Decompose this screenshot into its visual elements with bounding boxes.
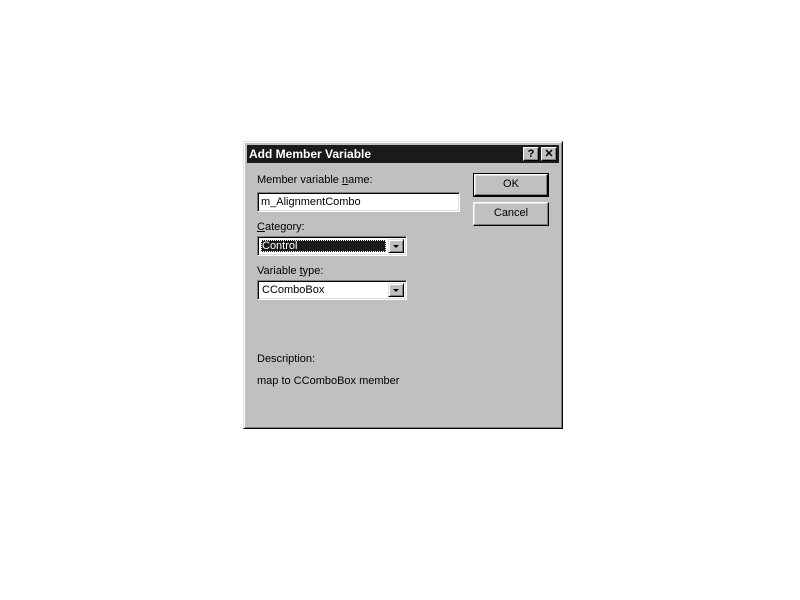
close-button[interactable]: ✕ (541, 147, 557, 161)
ok-button-label: OK (503, 178, 519, 190)
variable-type-selected-value: CComboBox (262, 284, 325, 296)
name-label-text-2: ame: (348, 174, 373, 186)
category-combo[interactable]: Control (257, 236, 407, 256)
chevron-down-icon (393, 289, 399, 292)
ok-button[interactable]: OK (473, 173, 549, 197)
member-variable-name-label: Member variable name: (257, 174, 373, 186)
category-label-accel: C (257, 221, 265, 233)
variable-type-combo[interactable]: CComboBox (257, 280, 407, 300)
description-label: Description: (257, 353, 316, 365)
member-variable-name-value: m_AlignmentCombo (261, 196, 361, 208)
help-button[interactable]: ? (523, 147, 539, 161)
help-icon: ? (527, 148, 535, 160)
type-label-text-2: ype: (302, 265, 324, 277)
variable-type-label: Variable type: (257, 265, 323, 277)
name-label-text-1: Member variable (257, 174, 342, 186)
cancel-button-label: Cancel (493, 207, 529, 219)
category-label-text: ategory: (264, 221, 305, 233)
member-variable-name-input[interactable]: m_AlignmentCombo (257, 192, 460, 212)
variable-type-dropdown-button[interactable] (388, 283, 404, 297)
title-bar[interactable]: Add Member Variable ? ✕ (247, 145, 559, 163)
dialog-title: Add Member Variable (249, 147, 372, 161)
category-label: Category: (257, 221, 305, 233)
cancel-button[interactable]: Cancel (473, 202, 549, 226)
close-icon: ✕ (544, 148, 554, 160)
category-selected-value: Control (261, 240, 386, 252)
chevron-down-icon (393, 245, 399, 248)
category-dropdown-button[interactable] (388, 239, 404, 253)
type-label-text-1: Variable (257, 265, 300, 277)
description-text: map to CComboBox member (257, 375, 400, 387)
add-member-variable-dialog: Add Member Variable ? ✕ Member variable … (243, 141, 563, 429)
